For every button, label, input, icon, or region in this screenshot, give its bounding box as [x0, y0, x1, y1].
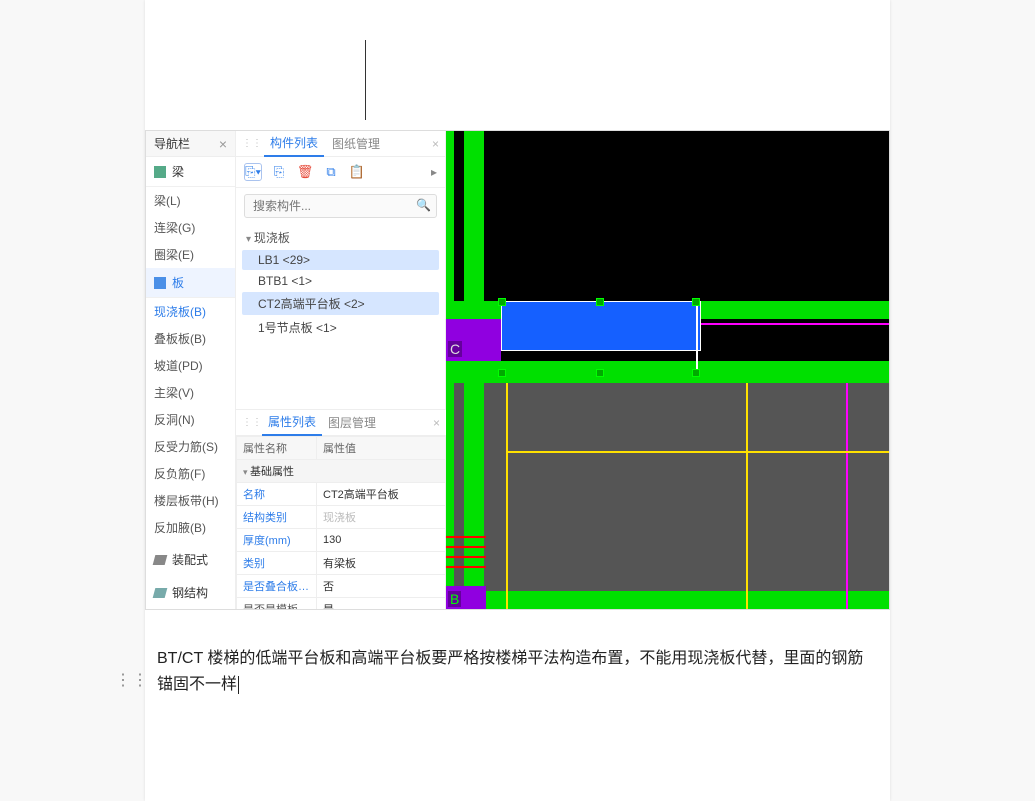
col-value: 属性值	[317, 437, 446, 460]
nav-item[interactable]: 现浇板(B)	[146, 298, 235, 325]
component-tabs: ⋮⋮ 构件列表 图纸管理 ×	[236, 131, 445, 157]
nav-item[interactable]: 主梁(V)	[146, 379, 235, 406]
nav-item[interactable]: 梁(L)	[146, 187, 235, 214]
close-icon[interactable]: ×	[432, 137, 439, 151]
axis-label-b: B	[448, 591, 461, 607]
search-icon[interactable]: 🔍	[416, 198, 431, 212]
more-icon[interactable]: ▸	[431, 165, 437, 179]
tree-item[interactable]: 1号节点板 <1>	[242, 316, 439, 339]
axis-label-c: C	[448, 341, 462, 357]
text-cursor	[365, 40, 366, 120]
tree-item[interactable]: CT2高端平台板 <2>	[242, 292, 439, 315]
board-icon	[154, 277, 166, 289]
nav-item[interactable]: 反加腋(B)	[146, 514, 235, 541]
nav-cat-label: 梁	[172, 163, 184, 180]
tree-item[interactable]: BTB1 <1>	[242, 271, 439, 291]
nav-header: 导航栏 ×	[146, 131, 235, 157]
nav-cat-label: 板	[172, 274, 184, 291]
prop-value[interactable]: CT2高端平台板	[317, 483, 446, 506]
nav-item[interactable]: 楼层板带(H)	[146, 487, 235, 514]
col-name: 属性名称	[237, 437, 317, 460]
prop-value[interactable]: 130	[317, 529, 446, 552]
search-input[interactable]	[244, 194, 437, 218]
close-icon[interactable]: ×	[433, 416, 440, 430]
prop-label: 结构类别	[237, 506, 317, 529]
prop-group[interactable]: 基础属性	[237, 460, 446, 483]
tree-item[interactable]: LB1 <29>	[242, 250, 439, 270]
properties-table: 属性名称属性值 基础属性 名称CT2高端平台板 结构类别现浇板 厚度(mm)13…	[236, 436, 446, 610]
component-toolbar: ⎘▾ ⎘ 🗑 ⧉ 📋 ▸	[236, 157, 445, 188]
steel-icon	[153, 588, 168, 598]
prop-label: 是否是模板	[237, 598, 317, 611]
nav-item[interactable]: 连梁(G)	[146, 214, 235, 241]
tree-group[interactable]: 现浇板	[242, 226, 439, 249]
beam-icon	[154, 166, 166, 178]
properties-panel: ⋮⋮ 属性列表 图层管理 × 属性名称属性值 基础属性 名称CT2高端平台板 结…	[236, 409, 446, 609]
tab-drawing-manage[interactable]: 图纸管理	[326, 131, 386, 156]
nav-item[interactable]: 坡道(PD)	[146, 352, 235, 379]
nav-item[interactable]: 反受力筋(S)	[146, 433, 235, 460]
prop-value[interactable]: 是	[317, 598, 446, 611]
component-tree: 现浇板 LB1 <29> BTB1 <1> CT2高端平台板 <2> 1号节点板…	[236, 224, 445, 342]
prop-value[interactable]: 有梁板	[317, 552, 446, 575]
copy-icon[interactable]: ⎘	[270, 163, 288, 181]
grip-icon[interactable]: ⋮⋮	[242, 138, 262, 149]
grip-icon[interactable]: ⋮⋮	[242, 417, 262, 428]
prop-label: 是否叠合板…	[237, 575, 317, 598]
nav-item[interactable]: 叠板板(B)	[146, 325, 235, 352]
prop-label: 名称	[237, 483, 317, 506]
nav-category-board[interactable]: 板	[146, 268, 235, 298]
nav-item[interactable]: 圈梁(E)	[146, 241, 235, 268]
prop-value[interactable]: 否	[317, 575, 446, 598]
navigator-sidebar: 导航栏 × 梁 梁(L) 连梁(G) 圈梁(E) 板 现浇板(B) 叠板板(B)…	[146, 131, 236, 609]
search-box: 🔍	[244, 194, 437, 218]
nav-item[interactable]: 反负筋(F)	[146, 460, 235, 487]
tab-layer-manage[interactable]: 图层管理	[322, 410, 382, 435]
properties-tabs: ⋮⋮ 属性列表 图层管理 ×	[236, 410, 446, 436]
nav-title: 导航栏	[154, 135, 190, 152]
nav-category-beam[interactable]: 梁	[146, 157, 235, 187]
nav-category-prefab[interactable]: 装配式	[146, 545, 235, 574]
prop-value[interactable]: 现浇板	[317, 506, 446, 529]
prop-label: 类别	[237, 552, 317, 575]
tab-properties[interactable]: 属性列表	[262, 409, 322, 436]
delete-icon[interactable]: 🗑	[296, 163, 314, 181]
app-window: 导航栏 × 梁 梁(L) 连梁(G) 圈梁(E) 板 现浇板(B) 叠板板(B)…	[145, 130, 890, 610]
new-icon[interactable]: ⎘▾	[244, 163, 262, 181]
prefab-icon	[153, 555, 168, 565]
close-icon[interactable]: ×	[219, 136, 227, 152]
nav-category-steel[interactable]: 钢结构	[146, 578, 235, 607]
caption-content: BT/CT 楼梯的低端平台板和高端平台板要严格按楼梯平法构造布置，不能用现浇板代…	[157, 650, 863, 693]
prop-label: 厚度(mm)	[237, 529, 317, 552]
text-cursor	[238, 676, 239, 694]
nav-label: 装配式	[172, 551, 208, 568]
paste-icon[interactable]: 📋	[348, 163, 366, 181]
nav-item[interactable]: 反洞(N)	[146, 406, 235, 433]
nav-label: 钢结构	[172, 584, 208, 601]
tab-component-list[interactable]: 构件列表	[264, 130, 324, 157]
copy2-icon[interactable]: ⧉	[322, 163, 340, 181]
drawing-canvas[interactable]: C B	[446, 131, 889, 609]
component-panel: ⋮⋮ 构件列表 图纸管理 × ⎘▾ ⎘ 🗑 ⧉ 📋 ▸ 🔍 现浇板 LB1 <2…	[236, 131, 446, 609]
drag-handle-icon[interactable]	[115, 670, 149, 690]
caption-text[interactable]: BT/CT 楼梯的低端平台板和高端平台板要严格按楼梯平法构造布置，不能用现浇板代…	[145, 640, 890, 704]
